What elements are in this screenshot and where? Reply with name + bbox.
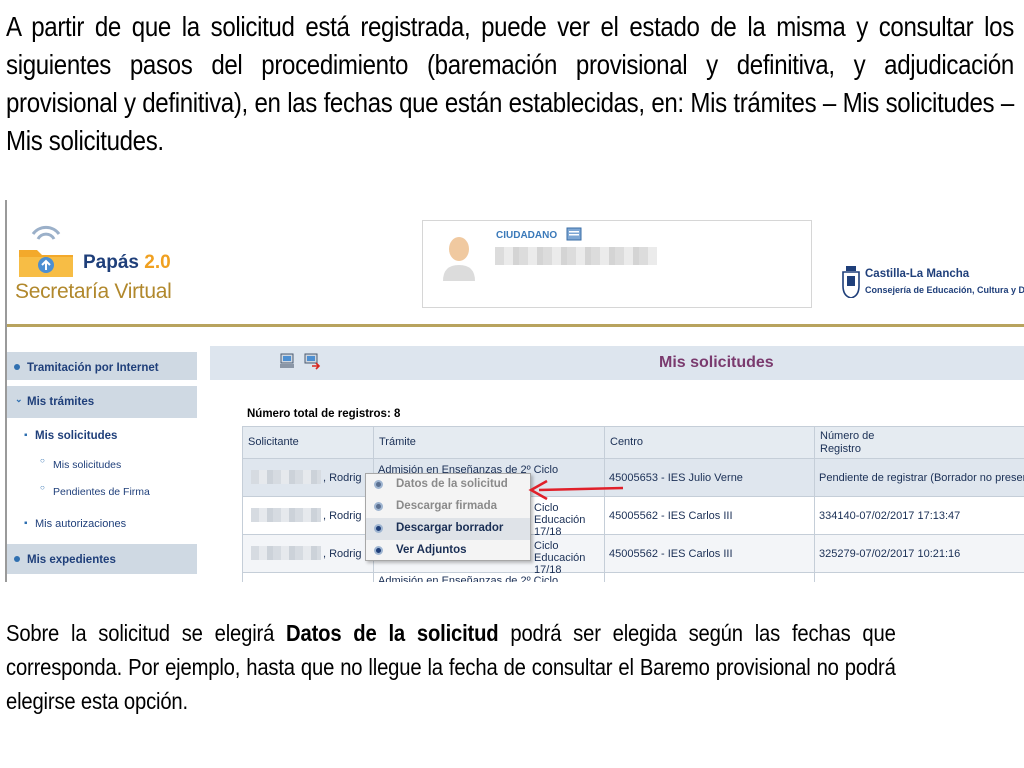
- menu-item-label: Ver Adjuntos: [396, 544, 467, 556]
- cell-registro: Pendiente de registrar (Borrador no pres…: [814, 459, 1024, 497]
- outro-text: Sobre la solicitud se elegirá Datos de l…: [6, 616, 896, 718]
- logo-name: Papás 2.0: [83, 252, 171, 273]
- cell-registro: 334140-07/02/2017 17:13:47: [814, 497, 1024, 535]
- sidebar-item-mis-autorizaciones[interactable]: ▪ Mis autorizaciones: [7, 518, 197, 530]
- user-name-redacted: [495, 247, 657, 265]
- sidebar-item-label: Mis autorizaciones: [35, 518, 127, 530]
- sidebar-item-label: Pendientes de Firma: [53, 486, 150, 498]
- cell-centro: [604, 573, 814, 582]
- cell-registro: [814, 573, 1024, 582]
- sidebar-item-label: Mis solicitudes: [53, 459, 122, 471]
- table-row[interactable]: , Rodrig Ciclo Educación 17/18 45005562 …: [242, 535, 1024, 573]
- sidebar-item-mis-solicitudes-sub[interactable]: ○ Mis solicitudes: [7, 456, 197, 471]
- menu-bullet-icon: [374, 546, 383, 555]
- user-box: CIUDADANO: [422, 220, 812, 308]
- content-toolbar: [197, 346, 1024, 380]
- bullet-icon: ▪: [24, 518, 28, 529]
- avatar-icon: [443, 237, 475, 281]
- bullet-icon: [14, 556, 20, 562]
- sidebar-item-label: Mis trámites: [27, 396, 95, 408]
- shield-icon: [842, 266, 860, 298]
- id-card-icon[interactable]: [566, 226, 582, 242]
- folder-logo-icon: [19, 225, 73, 277]
- column-header[interactable]: Número de Registro: [814, 427, 1024, 460]
- total-label: Número total de registros:: [247, 408, 391, 420]
- sidebar-item-mis-solicitudes[interactable]: ▪ Mis solicitudes: [7, 430, 197, 442]
- cell-solicitante: , Rodrig: [242, 535, 373, 573]
- circle-bullet-icon: ○: [40, 483, 45, 492]
- page-title: Mis solicitudes: [659, 354, 774, 371]
- cell-centro: 45005562 - IES Carlos III: [604, 497, 814, 535]
- solicitante-text: , Rodrig: [323, 472, 362, 484]
- print-icon[interactable]: [279, 352, 297, 370]
- org-name: Castilla-La Mancha: [865, 268, 970, 280]
- column-header[interactable]: Centro: [604, 427, 814, 460]
- sidebar-item-pendientes-firma[interactable]: ○ Pendientes de Firma: [7, 483, 197, 498]
- circle-bullet-icon: ○: [40, 456, 45, 465]
- context-menu: Datos de la solicitud Descargar firmada …: [365, 473, 531, 561]
- menu-item-descargar-borrador[interactable]: Descargar borrador: [366, 518, 530, 540]
- header-divider: [7, 324, 1024, 327]
- cell-solicitante: , Rodrig: [242, 497, 373, 535]
- sidebar-item-tramitacion[interactable]: Tramitación por Internet: [7, 352, 197, 380]
- sidebar: Tramitación por Internet ⌄ Mis trámites …: [7, 348, 197, 582]
- outro-part1: Sobre la solicitud se elegirá: [6, 620, 287, 646]
- redacted-name: [251, 546, 321, 560]
- cell-solicitante: , Rodrig: [242, 459, 373, 497]
- menu-item-label: Descargar borrador: [396, 522, 504, 534]
- redacted-name: [251, 508, 321, 522]
- table-row[interactable]: , Rodrig Ciclo Educación 17/18 45005562 …: [242, 497, 1024, 535]
- cell-centro: 45005653 - IES Julio Verne: [604, 459, 814, 497]
- cell-tramite: Admisión en Enseñanzas de 2º Ciclo Educa…: [373, 573, 604, 582]
- table-header: Solicitante Trámite Centro Número de Reg…: [242, 426, 1024, 460]
- outro-bold: Datos de la solicitud: [286, 620, 499, 646]
- chevron-down-icon: ⌄: [15, 394, 23, 404]
- screenshot-frame: Papás 2.0 Secretaría Virtual CIUDADANO C…: [5, 200, 1024, 582]
- app-header: Papás 2.0 Secretaría Virtual CIUDADANO C…: [7, 200, 1024, 324]
- cell-solicitante: [242, 573, 373, 582]
- user-role: CIUDADANO: [496, 230, 558, 241]
- menu-item-label: Datos de la solicitud: [396, 478, 508, 490]
- sidebar-item-mis-tramites[interactable]: ⌄ Mis trámites: [7, 386, 197, 418]
- export-icon[interactable]: [303, 352, 321, 370]
- table-row[interactable]: , Rodrig Admisión en Enseñanzas de 2º Ci…: [242, 459, 1024, 497]
- menu-item-label: Descargar firmada: [396, 500, 497, 512]
- red-arrow-icon: [528, 479, 624, 501]
- bullet-icon: ▪: [24, 430, 28, 441]
- sidebar-item-label: Mis solicitudes: [35, 430, 118, 442]
- sidebar-item-label: Mis expedientes: [27, 554, 116, 566]
- toolbar-spacer: [197, 346, 210, 380]
- sidebar-item-label: Tramitación por Internet: [27, 362, 159, 374]
- bullet-icon: [14, 364, 20, 370]
- cell-registro: 325279-07/02/2017 10:21:16: [814, 535, 1024, 573]
- menu-bullet-icon: [374, 502, 383, 511]
- intro-text: A partir de que la solicitud está regist…: [6, 11, 1014, 156]
- sidebar-item-mis-expedientes[interactable]: Mis expedientes: [7, 544, 197, 574]
- menu-item-ver-adjuntos[interactable]: Ver Adjuntos: [366, 540, 530, 562]
- column-header[interactable]: Trámite: [373, 427, 604, 460]
- org-subtitle: Consejería de Educación, Cultura y Depor…: [865, 285, 1024, 295]
- menu-item-descargar-firmada[interactable]: Descargar firmada: [366, 496, 530, 518]
- total-records: Número total de registros: 8: [247, 408, 400, 420]
- menu-item-datos-solicitud[interactable]: Datos de la solicitud: [366, 474, 530, 496]
- column-header[interactable]: Solicitante: [242, 427, 373, 460]
- menu-bullet-icon: [374, 480, 383, 489]
- cell-centro: 45005562 - IES Carlos III: [604, 535, 814, 573]
- total-value: 8: [393, 408, 401, 420]
- solicitante-text: , Rodrig: [323, 548, 362, 560]
- menu-bullet-icon: [374, 524, 383, 533]
- logo-subtitle: Secretaría Virtual: [15, 280, 172, 303]
- solicitante-text: , Rodrig: [323, 510, 362, 522]
- redacted-name: [251, 470, 321, 484]
- table-row[interactable]: Admisión en Enseñanzas de 2º Ciclo Educa…: [242, 573, 1024, 582]
